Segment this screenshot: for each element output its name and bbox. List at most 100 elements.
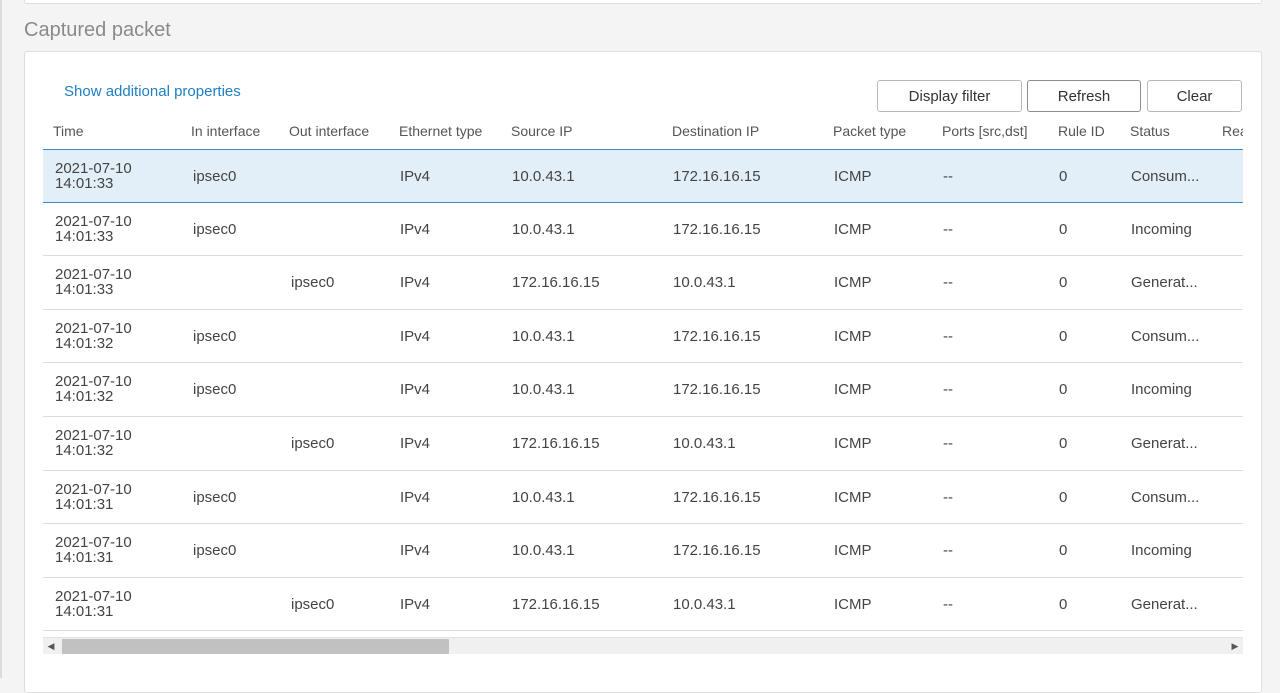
previous-panel xyxy=(24,0,1262,4)
packet-grid: Time In interface Out interface Ethernet… xyxy=(43,117,1243,655)
cell-in-interface: ipsec0 xyxy=(193,220,237,238)
refresh-button[interactable]: Refresh xyxy=(1027,80,1141,112)
table-row[interactable]: 2021-07-10 14:01:31 ipsec0 IPv4 172.16.16.15… xyxy=(43,577,1243,632)
cell-destination-ip: 172.16.16.15 xyxy=(673,168,761,185)
column-header-ethernet-type[interactable]: Ethernet type xyxy=(399,123,482,139)
table-row[interactable]: 2021-07-10 14:01:32 ipsec0 IPv4 10.0.43.1 172… xyxy=(43,363,1243,417)
horizontal-scrollbar[interactable]: ◀ ▶ xyxy=(43,637,1243,654)
cell-ethernet-type: IPv4 xyxy=(400,274,431,292)
cell-clock-time: 14:01:31 xyxy=(55,602,114,620)
cell-time: 2021-07-10 14:01:31 xyxy=(55,535,132,565)
cell-clock-time: 14:01:32 xyxy=(55,334,114,352)
cell-time: 2021-07-10 14:01:32 xyxy=(55,374,132,404)
cell-rule-id: 0 xyxy=(1059,434,1068,452)
cell-source-ip: 172.16.16.15 xyxy=(512,595,600,613)
cell-date: 2021-07-10 xyxy=(55,373,132,391)
cell-rule-id: 0 xyxy=(1059,381,1068,399)
scrollbar-thumb[interactable] xyxy=(62,639,449,654)
cell-in-interface: ipsec0 xyxy=(193,168,237,185)
column-header-packet-type[interactable]: Packet type xyxy=(833,123,906,139)
cell-out-interface: ipsec0 xyxy=(291,595,335,613)
cell-packet-type: ICMP xyxy=(834,542,872,560)
cell-source-ip: 10.0.43.1 xyxy=(512,488,575,506)
cell-rule-id: 0 xyxy=(1059,488,1068,506)
cell-clock-time: 14:01:31 xyxy=(55,549,114,567)
cell-date: 2021-07-10 xyxy=(55,160,132,177)
cell-destination-ip: 172.16.16.15 xyxy=(673,220,761,238)
left-rail xyxy=(0,0,2,678)
scroll-right-icon[interactable]: ▶ xyxy=(1227,638,1243,654)
cell-status: Incoming xyxy=(1131,220,1192,238)
cell-destination-ip: 172.16.16.15 xyxy=(673,542,761,560)
table-row[interactable]: 2021-07-10 14:01:31 ipsec0 IPv4 10.0.43.1 172… xyxy=(43,524,1243,578)
cell-source-ip: 10.0.43.1 xyxy=(512,542,575,560)
cell-date: 2021-07-10 xyxy=(55,534,132,552)
cell-ports: -- xyxy=(943,434,953,452)
cell-ethernet-type: IPv4 xyxy=(400,381,431,399)
cell-rule-id: 0 xyxy=(1059,595,1068,613)
column-header-reason[interactable]: Rea xyxy=(1222,123,1243,139)
column-header-source-ip[interactable]: Source IP xyxy=(511,123,572,139)
cell-rule-id: 0 xyxy=(1059,327,1068,345)
cell-in-interface: ipsec0 xyxy=(193,542,237,560)
table-row[interactable]: 2021-07-10 14:01:32 ipsec0 IPv4 172.16.16.15… xyxy=(43,416,1243,471)
show-additional-properties-link[interactable]: Show additional properties xyxy=(64,83,241,100)
cell-clock-time: 14:01:32 xyxy=(55,441,114,459)
column-header-rule-id[interactable]: Rule ID xyxy=(1058,123,1105,139)
cell-packet-type: ICMP xyxy=(834,381,872,399)
clear-button[interactable]: Clear xyxy=(1147,80,1242,112)
column-header-time[interactable]: Time xyxy=(53,123,84,139)
cell-ethernet-type: IPv4 xyxy=(400,595,431,613)
cell-destination-ip: 10.0.43.1 xyxy=(673,274,736,292)
cell-source-ip: 10.0.43.1 xyxy=(512,168,575,185)
column-header-out-interface[interactable]: Out interface xyxy=(289,123,369,139)
cell-destination-ip: 10.0.43.1 xyxy=(673,595,736,613)
cell-clock-time: 14:01:32 xyxy=(55,388,114,406)
cell-ports: -- xyxy=(943,220,953,238)
cell-source-ip: 10.0.43.1 xyxy=(512,220,575,238)
scroll-left-icon[interactable]: ◀ xyxy=(43,638,59,654)
cell-time: 2021-07-10 14:01:33 xyxy=(55,267,132,297)
cell-time: 2021-07-10 14:01:33 xyxy=(55,214,132,244)
cell-destination-ip: 172.16.16.15 xyxy=(673,381,761,399)
cell-destination-ip: 172.16.16.15 xyxy=(673,488,761,506)
cell-in-interface: ipsec0 xyxy=(193,488,237,506)
cell-time: 2021-07-10 14:01:31 xyxy=(55,589,132,619)
grid-header: Time In interface Out interface Ethernet… xyxy=(43,117,1243,149)
cell-status: Incoming xyxy=(1131,381,1192,399)
cell-in-interface: ipsec0 xyxy=(193,381,237,399)
cell-packet-type: ICMP xyxy=(834,220,872,238)
cell-in-interface: ipsec0 xyxy=(193,327,237,345)
cell-out-interface: ipsec0 xyxy=(291,434,335,452)
cell-date: 2021-07-10 xyxy=(55,480,132,498)
cell-ethernet-type: IPv4 xyxy=(400,168,431,185)
cell-time: 2021-07-10 14:01:33 xyxy=(55,161,132,191)
cell-time: 2021-07-10 14:01:31 xyxy=(55,482,132,512)
cell-source-ip: 10.0.43.1 xyxy=(512,327,575,345)
cell-rule-id: 0 xyxy=(1059,274,1068,292)
display-filter-button[interactable]: Display filter xyxy=(877,80,1022,112)
cell-ethernet-type: IPv4 xyxy=(400,542,431,560)
cell-status: Incoming xyxy=(1131,542,1192,560)
column-header-status[interactable]: Status xyxy=(1130,123,1170,139)
cell-destination-ip: 10.0.43.1 xyxy=(673,434,736,452)
cell-rule-id: 0 xyxy=(1059,168,1068,185)
cell-ethernet-type: IPv4 xyxy=(400,488,431,506)
cell-status: Generat... xyxy=(1131,595,1198,613)
cell-source-ip: 172.16.16.15 xyxy=(512,274,600,292)
cell-out-interface: ipsec0 xyxy=(291,274,335,292)
cell-status: Consum... xyxy=(1131,488,1200,506)
cell-destination-ip: 172.16.16.15 xyxy=(673,327,761,345)
cell-rule-id: 0 xyxy=(1059,542,1068,560)
cell-status: Consum... xyxy=(1131,168,1200,185)
cell-packet-type: ICMP xyxy=(834,168,872,185)
table-row[interactable]: 2021-07-10 14:01:31 ipsec0 IPv4 10.0.43.1 172… xyxy=(43,470,1243,525)
column-header-destination-ip[interactable]: Destination IP xyxy=(672,123,759,139)
table-row[interactable]: 2021-07-10 14:01:33 ipsec0 IPv4 10.0.43.1 172… xyxy=(43,149,1243,203)
table-row[interactable]: 2021-07-10 14:01:33 ipsec0 IPv4 10.0.43.1 172… xyxy=(43,202,1243,257)
table-row[interactable]: 2021-07-10 14:01:32 ipsec0 IPv4 10.0.43.1 172… xyxy=(43,309,1243,364)
table-row[interactable]: 2021-07-10 14:01:33 ipsec0 IPv4 172.16.16.15… xyxy=(43,256,1243,310)
column-header-ports[interactable]: Ports [src,dst] xyxy=(942,123,1028,139)
cell-status: Generat... xyxy=(1131,274,1198,292)
column-header-in-interface[interactable]: In interface xyxy=(191,123,260,139)
